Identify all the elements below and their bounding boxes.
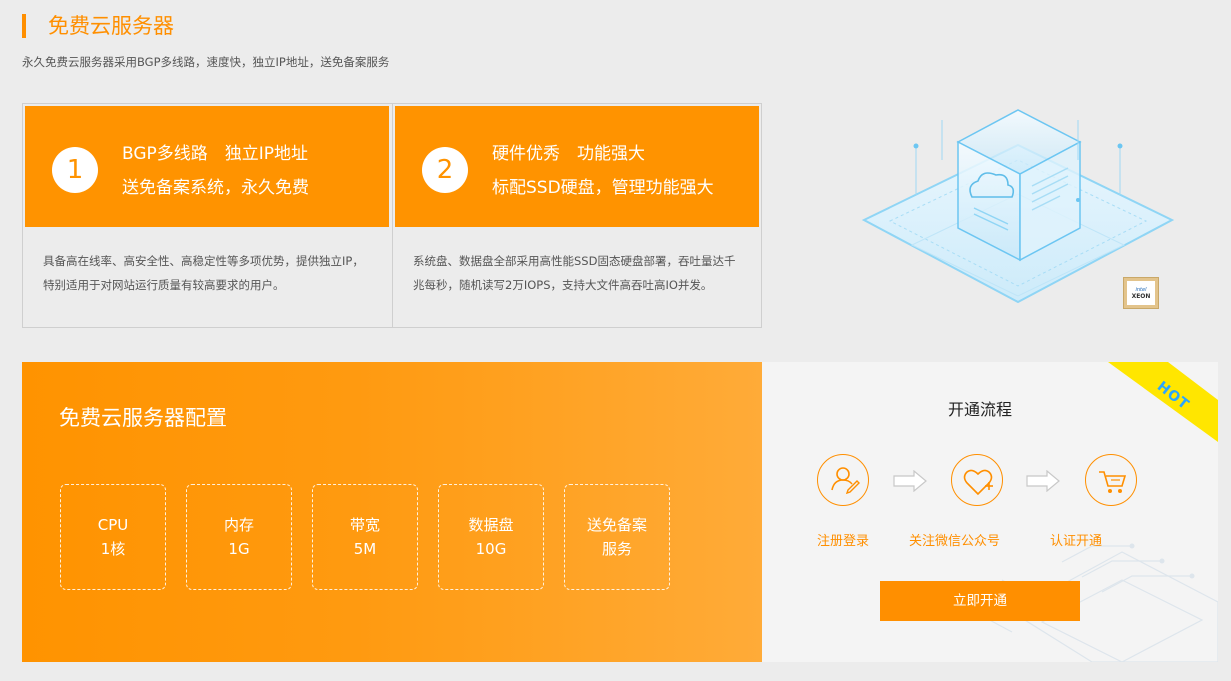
spec-value: 1核 bbox=[100, 540, 126, 558]
heart-plus-icon bbox=[951, 454, 1003, 506]
spec-value: 服务 bbox=[601, 540, 632, 558]
process-title: 开通流程 bbox=[947, 400, 1012, 419]
feature-cards: 1 BGP多线路 独立IP地址 送免备案系统，永久免费 具备高在线率、高安全性、… bbox=[22, 103, 762, 328]
feature-card-1: 1 BGP多线路 独立IP地址 送免备案系统，永久免费 具备高在线率、高安全性、… bbox=[23, 104, 392, 327]
feature-headline: 硬件优秀 功能强大 bbox=[492, 144, 645, 164]
page-title: 免费云服务器 bbox=[48, 14, 174, 38]
spec-cpu: CPU 1核 bbox=[60, 484, 166, 590]
spec-value: 5M bbox=[353, 540, 377, 558]
user-edit-icon bbox=[817, 454, 869, 506]
spec-value: 10G bbox=[475, 540, 507, 558]
step-label-register: 注册登录 bbox=[817, 534, 870, 549]
feature-description: 系统盘、数据盘全部采用高性能SSD固态硬盘部署，吞吐量达千兆每秒，随机读写2万I… bbox=[413, 254, 736, 292]
spec-name: 数据盘 bbox=[468, 516, 514, 534]
feature-number-badge: 1 bbox=[52, 147, 98, 193]
feature-card-header: 2 硬件优秀 功能强大 标配SSD硬盘，管理功能强大 bbox=[395, 106, 759, 227]
page-subtitle: 永久免费云服务器采用BGP多线路，速度快，独立IP地址，送免备案服务 bbox=[22, 55, 390, 69]
process-panel: HOT 开通流程 注册登录 关注微信公众号 认证开通 立即开通 bbox=[762, 362, 1218, 662]
title-accent-bar bbox=[22, 14, 26, 38]
feature-headline: 送免备案系统，永久免费 bbox=[122, 178, 309, 198]
spec-name: 送免备案 bbox=[586, 516, 647, 534]
spec-free-filing: 送免备案 服务 bbox=[564, 484, 670, 590]
feature-headline: 标配SSD硬盘，管理功能强大 bbox=[492, 178, 714, 198]
feature-card-2: 2 硬件优秀 功能强大 标配SSD硬盘，管理功能强大 系统盘、数据盘全部采用高性… bbox=[392, 104, 761, 327]
config-panel: 免费云服务器配置 CPU 1核 内存 1G 带宽 5M 数据盘 10G 送免备案… bbox=[22, 362, 762, 662]
arrow-right-icon bbox=[1026, 470, 1060, 492]
spec-data-disk: 数据盘 10G bbox=[438, 484, 544, 590]
spec-name: 内存 bbox=[223, 516, 254, 534]
arrow-right-icon bbox=[893, 470, 927, 492]
config-title: 免费云服务器配置 bbox=[59, 406, 227, 430]
spec-name: 带宽 bbox=[349, 516, 380, 534]
cart-icon bbox=[1085, 454, 1137, 506]
spec-value: 1G bbox=[228, 540, 250, 558]
cpu-chip-logo: intel XEON bbox=[1123, 277, 1159, 309]
step-label-wechat: 关注微信公众号 bbox=[909, 534, 1001, 549]
feature-description: 具备高在线率、高安全性、高稳定性等多项优势，提供独立IP，特别适用于对网站运行质… bbox=[43, 254, 364, 292]
chip-model: XEON bbox=[1131, 292, 1151, 300]
feature-number-badge: 2 bbox=[422, 147, 468, 193]
step-label-verify: 认证开通 bbox=[1050, 534, 1103, 549]
spec-name: CPU bbox=[97, 516, 129, 534]
spec-bandwidth: 带宽 5M bbox=[312, 484, 418, 590]
spec-memory: 内存 1G bbox=[186, 484, 292, 590]
feature-card-header: 1 BGP多线路 独立IP地址 送免备案系统，永久免费 bbox=[25, 106, 389, 227]
feature-headline: BGP多线路 独立IP地址 bbox=[122, 144, 309, 164]
open-now-button[interactable]: 立即开通 bbox=[880, 581, 1080, 621]
